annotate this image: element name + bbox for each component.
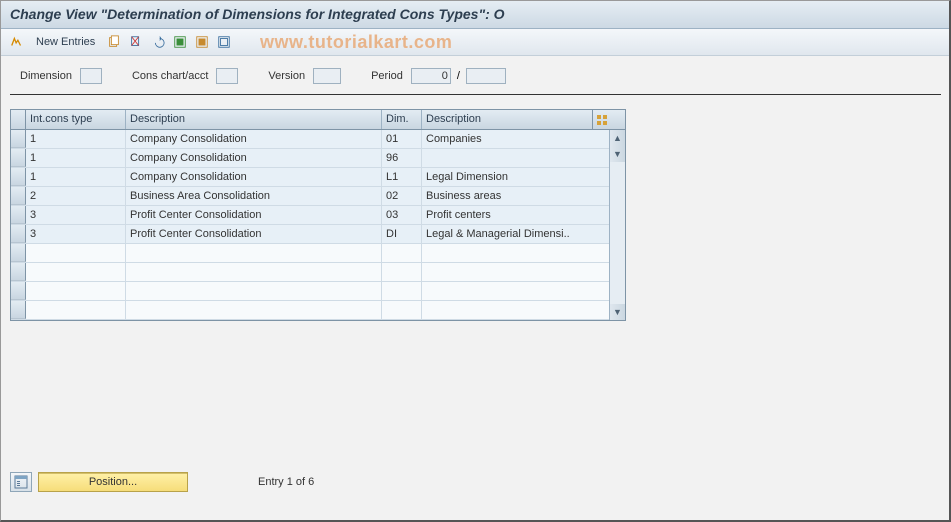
- table-row: [11, 263, 609, 282]
- cell-type: [26, 282, 126, 300]
- period-field[interactable]: 0: [411, 68, 451, 84]
- cell-desc1: Profit Center Consolidation: [126, 206, 382, 224]
- cell-dim[interactable]: 96: [382, 149, 422, 167]
- dimension-label: Dimension: [20, 70, 72, 82]
- scroll-up-icon[interactable]: ▲: [610, 130, 625, 146]
- copy-icon[interactable]: [105, 33, 123, 51]
- table-row: [11, 282, 609, 301]
- table-row[interactable]: 1Company Consolidation01Companies: [11, 130, 609, 149]
- cell-desc1: Company Consolidation: [126, 168, 382, 186]
- table-row[interactable]: 1Company Consolidation96: [11, 149, 609, 168]
- cell-desc1: [126, 263, 382, 281]
- table-row[interactable]: 3Profit Center Consolidation03Profit cen…: [11, 206, 609, 225]
- watermark: www.tutorialkart.com: [260, 32, 452, 53]
- cell-desc2: [422, 301, 592, 319]
- scroll-down-icon[interactable]: ▼: [610, 304, 625, 320]
- select-all-rows[interactable]: [11, 110, 26, 129]
- delete-icon[interactable]: [127, 33, 145, 51]
- row-selector: [11, 263, 26, 281]
- cell-desc1: Company Consolidation: [126, 149, 382, 167]
- row-selector[interactable]: [11, 206, 26, 224]
- period-year-field[interactable]: [466, 68, 506, 84]
- grid-header: Int.cons type Description Dim. Descripti…: [11, 110, 625, 130]
- cell-type[interactable]: 3: [26, 206, 126, 224]
- period-label: Period: [371, 70, 403, 82]
- cell-dim[interactable]: DI: [382, 225, 422, 243]
- row-selector: [11, 301, 26, 319]
- table-row[interactable]: 3Profit Center ConsolidationDILegal & Ma…: [11, 225, 609, 244]
- cell-desc1: [126, 282, 382, 300]
- cell-dim[interactable]: 03: [382, 206, 422, 224]
- cell-desc2: Business areas: [422, 187, 592, 205]
- row-selector: [11, 282, 26, 300]
- cell-dim: [382, 263, 422, 281]
- dimension-field[interactable]: [80, 68, 102, 84]
- cell-dim: [382, 282, 422, 300]
- cell-desc2: [422, 244, 592, 262]
- row-selector: [11, 244, 26, 262]
- undo-icon[interactable]: [149, 33, 167, 51]
- row-selector[interactable]: [11, 149, 26, 167]
- toggle-icon[interactable]: [8, 33, 26, 51]
- cell-type: [26, 244, 126, 262]
- filter-bar: Dimension Cons chart/acct Version Period…: [10, 62, 941, 95]
- table-row[interactable]: 1Company ConsolidationL1Legal Dimension: [11, 168, 609, 187]
- page-title: Change View "Determination of Dimensions…: [0, 0, 951, 29]
- row-selector[interactable]: [11, 225, 26, 243]
- cell-type[interactable]: 3: [26, 225, 126, 243]
- col-header-desc2[interactable]: Description: [422, 110, 592, 129]
- cell-desc2: Legal Dimension: [422, 168, 592, 186]
- cons-chart-label: Cons chart/acct: [132, 70, 208, 82]
- period-sep: /: [457, 70, 460, 82]
- position-button[interactable]: Position...: [38, 472, 188, 492]
- position-icon[interactable]: [10, 472, 32, 492]
- cell-desc1: [126, 301, 382, 319]
- cell-dim: [382, 244, 422, 262]
- cell-desc2: [422, 263, 592, 281]
- cell-desc1: [126, 244, 382, 262]
- row-selector[interactable]: [11, 168, 26, 186]
- cell-dim[interactable]: 01: [382, 130, 422, 148]
- cell-dim: [382, 301, 422, 319]
- cell-type[interactable]: 1: [26, 168, 126, 186]
- version-label: Version: [268, 70, 305, 82]
- cell-desc1: Business Area Consolidation: [126, 187, 382, 205]
- new-entries-button[interactable]: New Entries: [30, 34, 101, 50]
- cell-dim[interactable]: 02: [382, 187, 422, 205]
- entry-count: Entry 1 of 6: [258, 476, 314, 488]
- version-field[interactable]: [313, 68, 341, 84]
- footer: Position... Entry 1 of 6: [10, 472, 314, 492]
- cell-desc2: [422, 149, 592, 167]
- col-header-desc1[interactable]: Description: [126, 110, 382, 129]
- scroll-track[interactable]: [610, 162, 625, 304]
- cell-desc2: Profit centers: [422, 206, 592, 224]
- select-block-icon[interactable]: [193, 33, 211, 51]
- vertical-scrollbar[interactable]: ▲ ▼ ▼: [609, 130, 625, 320]
- scroll-down-step-icon[interactable]: ▼: [610, 146, 625, 162]
- row-selector[interactable]: [11, 130, 26, 148]
- deselect-all-icon[interactable]: [215, 33, 233, 51]
- toolbar: New Entries www.tutorialkart.com: [0, 29, 951, 56]
- table-row: [11, 301, 609, 320]
- data-grid: Int.cons type Description Dim. Descripti…: [10, 109, 626, 321]
- table-row[interactable]: 2Business Area Consolidation02Business a…: [11, 187, 609, 206]
- cons-chart-field[interactable]: [216, 68, 238, 84]
- cell-desc2: [422, 282, 592, 300]
- select-all-icon[interactable]: [171, 33, 189, 51]
- configure-columns-icon[interactable]: [592, 110, 610, 129]
- cell-type: [26, 301, 126, 319]
- col-header-dim[interactable]: Dim.: [382, 110, 422, 129]
- cell-type[interactable]: 1: [26, 149, 126, 167]
- row-selector[interactable]: [11, 187, 26, 205]
- cell-desc1: Profit Center Consolidation: [126, 225, 382, 243]
- cell-type: [26, 263, 126, 281]
- col-header-type[interactable]: Int.cons type: [26, 110, 126, 129]
- cell-dim[interactable]: L1: [382, 168, 422, 186]
- cell-desc2: Legal & Managerial Dimensi..: [422, 225, 592, 243]
- cell-type[interactable]: 2: [26, 187, 126, 205]
- cell-type[interactable]: 1: [26, 130, 126, 148]
- table-row: [11, 244, 609, 263]
- cell-desc1: Company Consolidation: [126, 130, 382, 148]
- cell-desc2: Companies: [422, 130, 592, 148]
